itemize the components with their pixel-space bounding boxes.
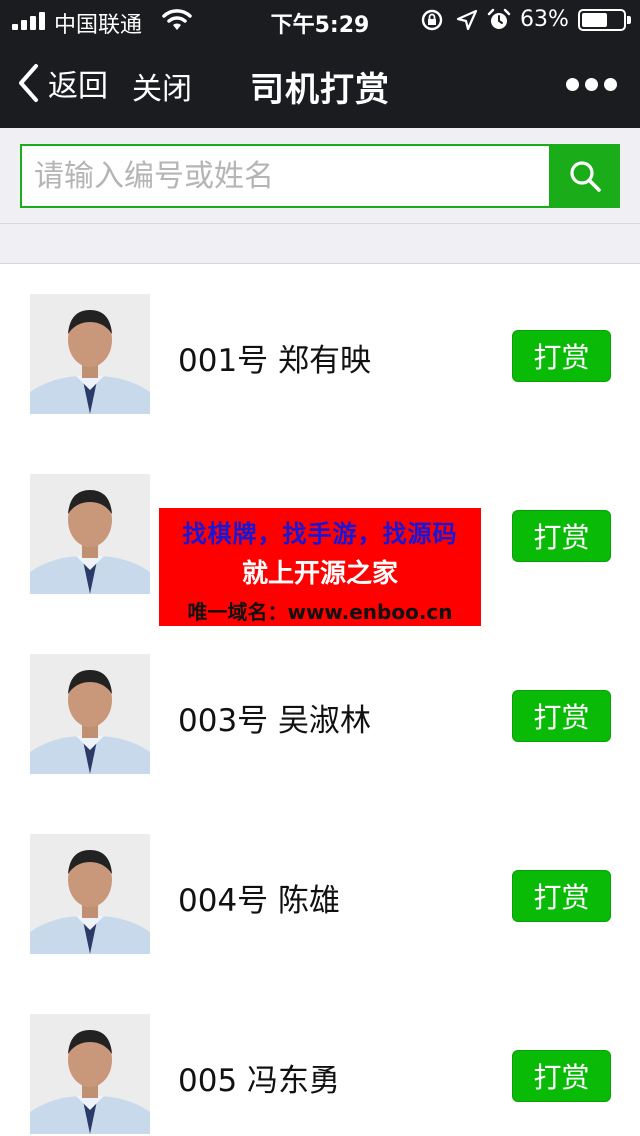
driver-name: 004号 陈雄 (178, 883, 341, 919)
alarm-clock-icon (487, 8, 511, 29)
battery-icon (578, 9, 631, 31)
rotation-lock-icon (421, 9, 443, 31)
driver-row: 004号 陈雄 打赏 (0, 805, 640, 985)
avatar (30, 294, 150, 414)
ad-banner[interactable]: 找棋牌，找手游，找源码 就上开源之家 唯一域名：www.enboo.cn (159, 508, 481, 626)
search-input[interactable] (20, 144, 551, 208)
section-divider (0, 224, 640, 264)
search-button[interactable] (550, 144, 620, 208)
avatar (30, 1014, 150, 1134)
avatar (30, 654, 150, 774)
page-title: 司机打赏 (250, 70, 390, 110)
battery-percent: 63% (520, 7, 569, 32)
driver-row: 003号 吴淑林 打赏 (0, 625, 640, 805)
status-bar: 中国联通 下午5:29 63% (0, 0, 640, 40)
avatar (30, 474, 150, 594)
tip-button[interactable]: 打赏 (512, 510, 611, 562)
tip-button[interactable]: 打赏 (512, 330, 611, 382)
avatar (30, 834, 150, 954)
top-bar: 中国联通 下午5:29 63% 返回 关闭 司机打赏 (0, 0, 640, 128)
more-options-icon[interactable] (566, 78, 617, 92)
ad-line-3: 唯一域名：www.enboo.cn (187, 600, 453, 624)
driver-row: 001号 郑有映 打赏 (0, 265, 640, 445)
tip-button[interactable]: 打赏 (512, 870, 611, 922)
search-bar (0, 128, 640, 224)
driver-name: 001号 郑有映 (178, 343, 372, 379)
tip-button[interactable]: 打赏 (512, 1050, 611, 1102)
search-icon (570, 161, 601, 192)
driver-name: 005 冯东勇 (178, 1063, 341, 1099)
tip-button[interactable]: 打赏 (512, 690, 611, 742)
driver-name: 003号 吴淑林 (178, 703, 372, 739)
ad-line-2: 就上开源之家 (241, 559, 398, 589)
location-arrow-icon (456, 9, 478, 31)
driver-row: 005 冯东勇 打赏 (0, 985, 640, 1136)
nav-bar: 返回 关闭 司机打赏 (0, 40, 640, 128)
ad-line-1: 找棋牌，找手游，找源码 (182, 520, 458, 548)
